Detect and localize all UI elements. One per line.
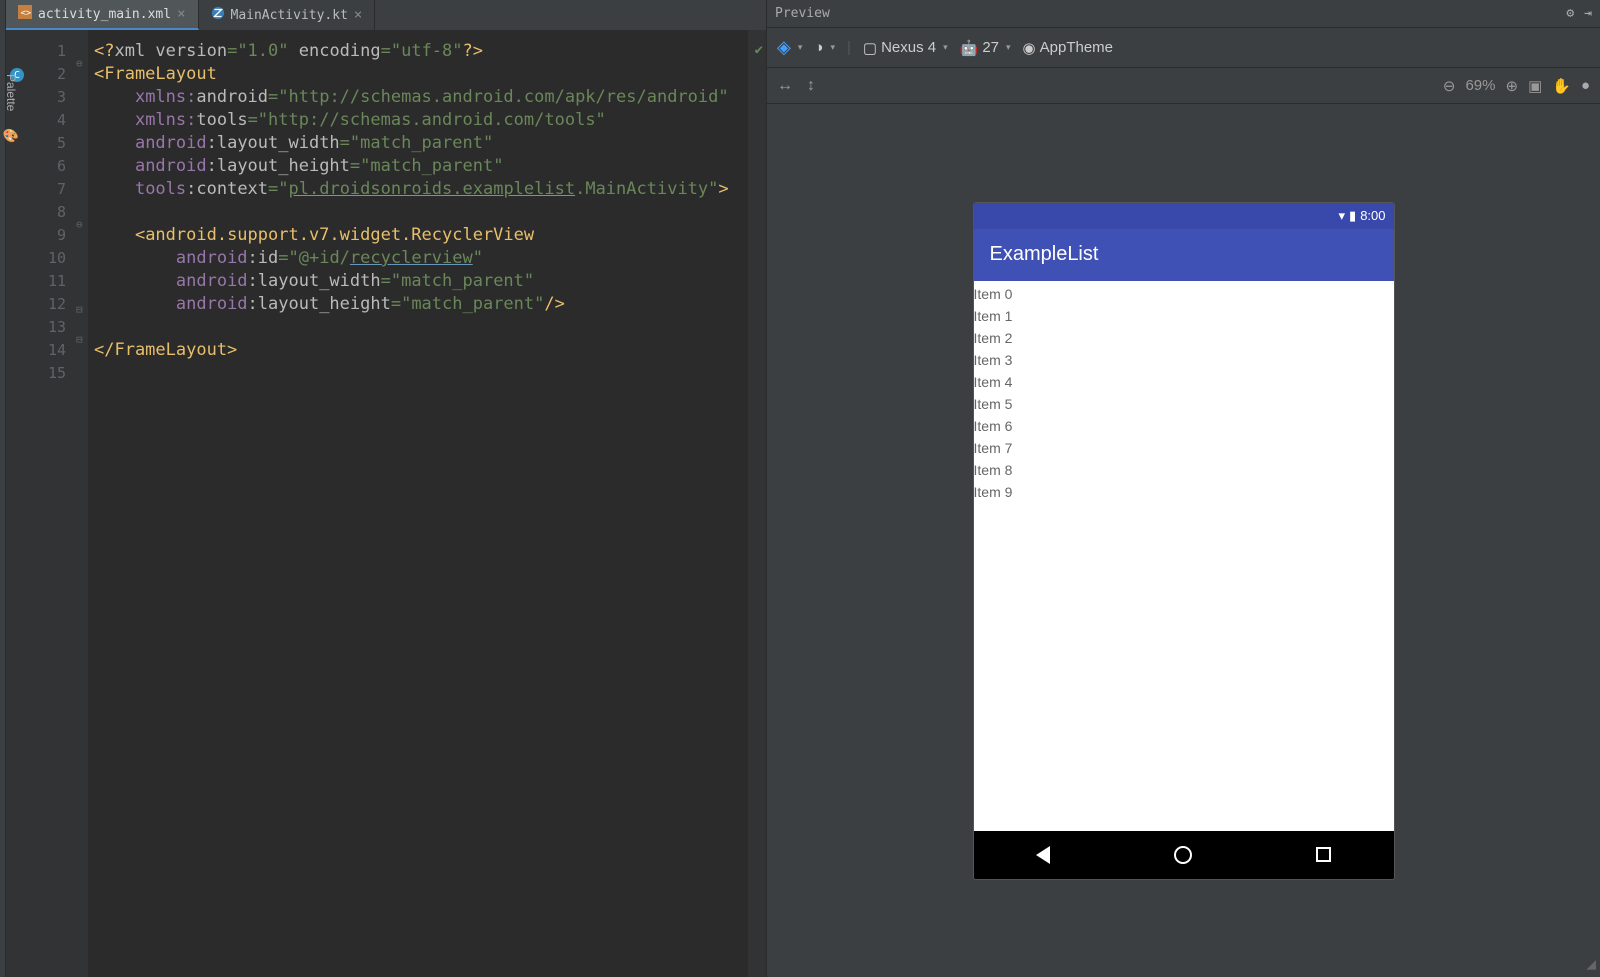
tab-label: MainActivity.kt <box>231 8 348 23</box>
tab-label: activity_main.xml <box>38 7 171 22</box>
tab-activity-main-xml[interactable]: <> activity_main.xml × <box>6 0 199 30</box>
nav-recent-icon[interactable] <box>1316 847 1331 862</box>
battery-icon: ▮ <box>1349 208 1356 224</box>
warnings-icon[interactable]: ● <box>1581 77 1590 94</box>
zoom-fit-icon[interactable]: ▣ <box>1528 77 1542 95</box>
recycler-view[interactable]: Item 0 Item 1 Item 2 Item 3 Item 4 Item … <box>974 281 1394 831</box>
palette-label: Palette <box>4 74 18 111</box>
status-bar: ▾ ▮ 8:00 <box>974 203 1394 229</box>
theme-dropdown[interactable]: ◉ AppTheme <box>1023 39 1113 57</box>
android-icon: 🤖 <box>960 39 979 57</box>
nav-home-icon[interactable] <box>1174 846 1192 864</box>
list-item[interactable]: Item 3 <box>974 349 1394 371</box>
hide-panel-icon[interactable] <box>1584 6 1592 21</box>
list-item[interactable]: Item 8 <box>974 459 1394 481</box>
hand-pan-icon[interactable]: ✋ <box>1552 77 1571 95</box>
list-item[interactable]: Item 5 <box>974 393 1394 415</box>
pan-vertical-icon[interactable]: ↕ <box>807 77 815 95</box>
list-item[interactable]: Item 7 <box>974 437 1394 459</box>
wifi-icon: ▾ <box>1339 208 1346 224</box>
device-icon: ▢ <box>863 39 877 57</box>
zoom-in-icon[interactable]: ⊕ <box>1505 77 1518 95</box>
svg-text:<>: <> <box>21 9 32 19</box>
tab-main-activity-kt[interactable]: MainActivity.kt × <box>199 0 376 30</box>
editor-pane: <> activity_main.xml × MainActivity.kt ×… <box>6 0 766 977</box>
kotlin-file-icon <box>211 6 225 24</box>
list-item[interactable]: Item 6 <box>974 415 1394 437</box>
design-surface-dropdown[interactable]: ◈ <box>777 37 802 58</box>
status-time: 8:00 <box>1360 208 1385 223</box>
close-icon[interactable]: × <box>354 7 362 23</box>
palette-strip[interactable]: Palette 🎨 <box>0 68 22 188</box>
code-text[interactable]: <?xml version="1.0" encoding="utf-8"?> <… <box>88 30 748 977</box>
list-item[interactable]: Item 4 <box>974 371 1394 393</box>
gear-icon[interactable] <box>1566 6 1574 21</box>
zoom-level: 69% <box>1465 77 1495 94</box>
editor-tabs: <> activity_main.xml × MainActivity.kt × <box>6 0 766 30</box>
theme-icon: ◉ <box>1023 39 1036 57</box>
navigation-bar <box>974 831 1394 879</box>
preview-sub-toolbar: ↔ ↕ ⊖ 69% ⊕ ▣ ✋ ● <box>767 68 1600 104</box>
list-item[interactable]: Item 0 <box>974 283 1394 305</box>
analysis-ok-icon[interactable]: ✔ <box>755 42 763 58</box>
preview-title: Preview <box>775 6 830 21</box>
list-item[interactable]: Item 2 <box>974 327 1394 349</box>
right-gutter: ✔ <box>748 30 766 977</box>
preview-pane: Preview ◈ ◑ | ▢ Nexus 4 🤖 27 ◉ AppTheme … <box>766 0 1600 977</box>
fold-column[interactable]: ⊖ ⊖ ⊟ ⊟ <box>74 30 88 977</box>
preview-header: Preview <box>767 0 1600 28</box>
preview-canvas[interactable]: ▾ ▮ 8:00 ExampleList Item 0 Item 1 Item … <box>767 104 1600 977</box>
orientation-icon: ◑ <box>814 39 823 56</box>
preview-toolbar: ◈ ◑ | ▢ Nexus 4 🤖 27 ◉ AppTheme <box>767 28 1600 68</box>
palette-icon: 🎨 <box>3 129 19 144</box>
api-dropdown[interactable]: 🤖 27 <box>960 39 1011 57</box>
code-area[interactable]: C 123456789101112131415 ⊖ ⊖ ⊟ ⊟ <?xml ve… <box>6 30 766 977</box>
app-bar: ExampleList <box>974 229 1394 281</box>
orientation-dropdown[interactable]: ◑ <box>814 39 835 56</box>
list-item[interactable]: Item 9 <box>974 481 1394 503</box>
close-icon[interactable]: × <box>177 6 185 22</box>
device-dropdown[interactable]: ▢ Nexus 4 <box>863 39 948 57</box>
line-numbers: 123456789101112131415 <box>30 40 74 977</box>
app-title: ExampleList <box>990 243 1099 266</box>
layers-icon: ◈ <box>777 37 791 58</box>
pan-horizontal-icon[interactable]: ↔ <box>777 77 793 95</box>
nav-back-icon[interactable] <box>1036 846 1050 864</box>
zoom-out-icon[interactable]: ⊖ <box>1443 77 1456 95</box>
device-frame: ▾ ▮ 8:00 ExampleList Item 0 Item 1 Item … <box>974 203 1394 879</box>
list-item[interactable]: Item 1 <box>974 305 1394 327</box>
resize-handle-icon[interactable]: ◢ <box>1586 954 1596 973</box>
xml-file-icon: <> <box>18 5 32 23</box>
